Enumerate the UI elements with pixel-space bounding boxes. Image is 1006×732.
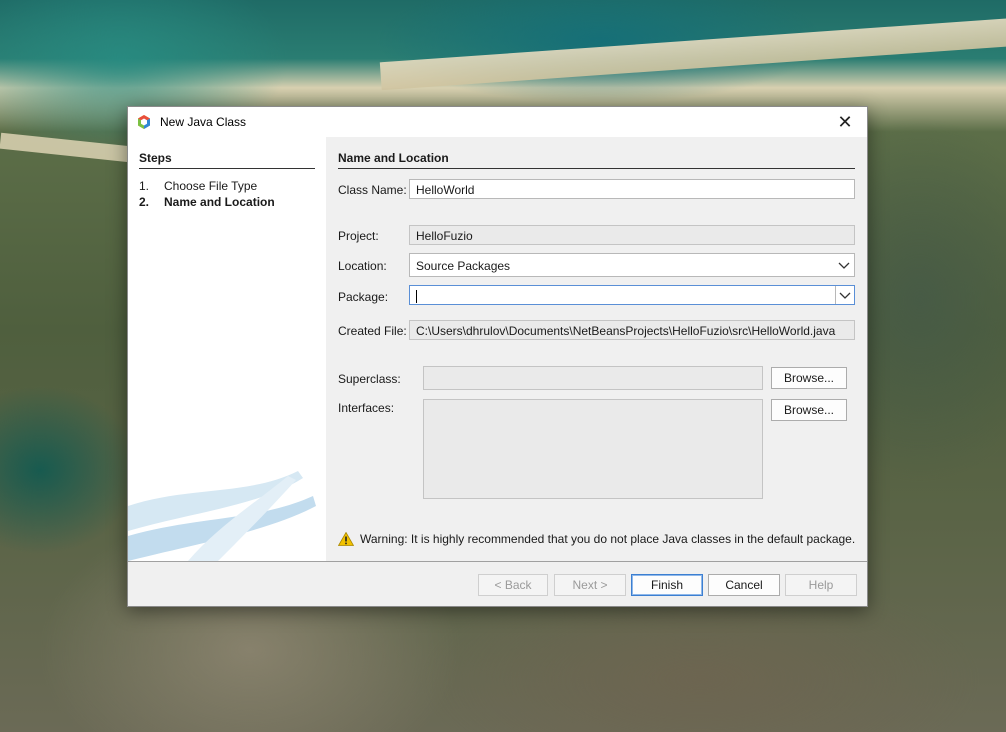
interfaces-label: Interfaces: (338, 401, 395, 415)
steps-panel: Steps 1. Choose File Type 2. Name and Loca… (128, 137, 326, 561)
desktop-wallpaper-beach (379, 17, 1006, 91)
class-name-label: Class Name: (338, 183, 407, 197)
step-label: Choose File Type (164, 179, 258, 193)
help-button[interactable]: Help (785, 574, 857, 596)
step-number: 2. (139, 195, 150, 209)
superclass-field (423, 366, 763, 390)
package-combobox[interactable] (409, 285, 855, 305)
text-caret (416, 290, 417, 304)
section-title: Name and Location (338, 151, 855, 169)
interfaces-list[interactable] (423, 399, 763, 499)
chevron-down-icon (839, 292, 851, 299)
interfaces-browse-button[interactable]: Browse... (771, 399, 847, 421)
name-and-location-panel: Name and Location Class Name: HelloWorld… (326, 137, 867, 561)
warning-triangle-icon (338, 532, 354, 546)
created-file-label: Created File: (338, 324, 407, 338)
package-label: Package: (338, 290, 389, 304)
title-bar[interactable]: New Java Class ✕ (128, 107, 867, 137)
superclass-browse-button[interactable]: Browse... (771, 367, 847, 389)
project-value: HelloFuzio (416, 229, 473, 243)
project-field: HelloFuzio (409, 225, 855, 245)
class-name-input[interactable]: HelloWorld (409, 179, 855, 199)
location-label: Location: (338, 259, 387, 273)
warning-text: Warning: It is highly recommended that y… (360, 532, 856, 546)
created-file-field: C:\Users\dhrulov\Documents\NetBeansProje… (409, 320, 855, 340)
chevron-down-icon (838, 262, 850, 269)
step-choose-file-type: 1. Choose File Type (139, 179, 257, 193)
step-name-and-location: 2. Name and Location (139, 195, 275, 209)
cancel-button[interactable]: Cancel (708, 574, 780, 596)
project-label: Project: (338, 229, 379, 243)
back-button[interactable]: < Back (478, 574, 548, 596)
netbeans-cube-icon (138, 115, 150, 129)
close-icon: ✕ (837, 111, 853, 132)
step-label: Name and Location (164, 195, 275, 209)
location-value: Source Packages (416, 259, 511, 273)
package-dropdown-button[interactable] (835, 286, 854, 304)
steps-title: Steps (139, 151, 315, 169)
desktop-wallpaper-shore (0, 132, 141, 164)
created-file-value: C:\Users\dhrulov\Documents\NetBeansProje… (416, 324, 836, 338)
netbeans-watermark-graphic (128, 471, 316, 561)
class-name-value: HelloWorld (416, 183, 475, 197)
default-package-warning: Warning: It is highly recommended that y… (338, 532, 855, 546)
button-bar-separator (128, 561, 867, 562)
superclass-label: Superclass: (338, 372, 401, 386)
next-button[interactable]: Next > (554, 574, 626, 596)
location-dropdown[interactable]: Source Packages (409, 253, 855, 277)
finish-button[interactable]: Finish (631, 574, 703, 596)
new-java-class-dialog: New Java Class ✕ Steps 1. Choose File Typ… (127, 106, 868, 607)
step-number: 1. (139, 179, 150, 193)
window-title: New Java Class (160, 115, 247, 129)
close-button[interactable]: ✕ (831, 111, 859, 133)
